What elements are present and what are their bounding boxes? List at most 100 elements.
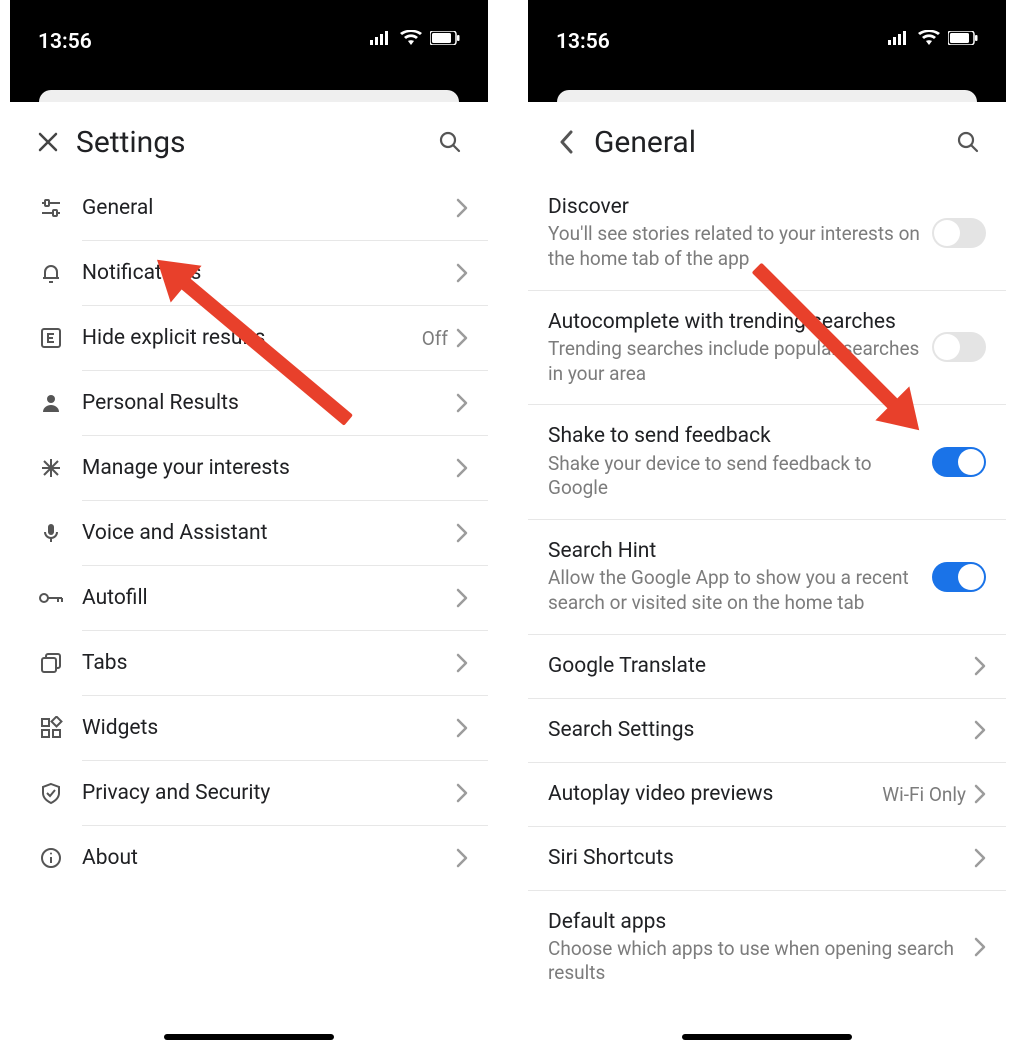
- general-screen: 13:56 General: [528, 0, 1006, 1050]
- row-search-hint[interactable]: Search Hint Allow the Google App to show…: [528, 520, 1006, 635]
- asterisk-icon: [39, 456, 63, 480]
- row-google-translate[interactable]: Google Translate: [528, 635, 1006, 699]
- row-autocomplete-trending[interactable]: Autocomplete with trending searches Tren…: [528, 291, 1006, 406]
- row-hide-explicit[interactable]: Hide explicit results Off: [10, 306, 488, 370]
- row-label: Widgets: [82, 715, 446, 741]
- home-indicator: [682, 1034, 852, 1040]
- row-shake-feedback[interactable]: Shake to send feedback Shake your device…: [528, 405, 1006, 520]
- row-voice-assistant[interactable]: Voice and Assistant: [10, 501, 488, 565]
- row-widgets[interactable]: Widgets: [10, 696, 488, 760]
- battery-icon: [430, 31, 460, 45]
- search-icon: [956, 130, 980, 154]
- chevron-right-icon: [456, 848, 468, 868]
- chevron-right-icon: [456, 393, 468, 413]
- row-label: Tabs: [82, 650, 446, 676]
- toggle-discover[interactable]: [932, 218, 986, 248]
- chevron-left-icon: [559, 130, 573, 154]
- search-icon: [438, 130, 462, 154]
- general-list: Discover You'll see stories related to y…: [528, 176, 1006, 1004]
- row-title: Autocomplete with trending searches: [548, 309, 922, 335]
- settings-list: General Notifications Hide explicit resu…: [10, 176, 488, 890]
- row-label: General: [82, 195, 446, 221]
- row-title: Default apps: [548, 909, 964, 935]
- row-autofill[interactable]: Autofill: [10, 566, 488, 630]
- row-search-settings[interactable]: Search Settings: [528, 699, 1006, 763]
- row-sub: Allow the Google App to show you a recen…: [548, 566, 922, 615]
- mic-icon: [39, 521, 63, 545]
- row-title: Siri Shortcuts: [548, 845, 964, 871]
- row-value: Wi-Fi Only: [882, 783, 966, 806]
- sliders-icon: [39, 196, 63, 220]
- settings-sheet: Settings General Notifications: [10, 102, 488, 890]
- row-notifications[interactable]: Notifications: [10, 241, 488, 305]
- row-personal-results[interactable]: Personal Results: [10, 371, 488, 435]
- general-header: General: [528, 108, 1006, 176]
- shield-icon: [39, 781, 63, 805]
- search-button[interactable]: [430, 122, 470, 162]
- person-icon: [39, 391, 63, 415]
- tabs-icon: [39, 651, 63, 675]
- chevron-right-icon: [974, 720, 986, 740]
- chevron-right-icon: [974, 848, 986, 868]
- toggle-shake-feedback[interactable]: [932, 447, 986, 477]
- chevron-right-icon: [974, 656, 986, 676]
- row-title: Shake to send feedback: [548, 423, 922, 449]
- toggle-search-hint[interactable]: [932, 562, 986, 592]
- signal-icon: [370, 31, 392, 45]
- signal-icon: [888, 31, 910, 45]
- widgets-icon: [39, 716, 63, 740]
- chevron-right-icon: [456, 653, 468, 673]
- row-label: Hide explicit results: [82, 325, 412, 351]
- key-icon: [38, 586, 64, 610]
- sheet-grab-area: [10, 90, 488, 102]
- chevron-right-icon: [974, 784, 986, 804]
- toggle-autocomplete-trending[interactable]: [932, 332, 986, 362]
- status-indicators: [888, 30, 978, 46]
- row-tabs[interactable]: Tabs: [10, 631, 488, 695]
- wifi-icon: [918, 30, 940, 46]
- row-title: Autoplay video previews: [548, 781, 872, 807]
- settings-header: Settings: [10, 108, 488, 176]
- row-label: Notifications: [82, 260, 446, 286]
- explicit-icon: [39, 326, 63, 350]
- row-sub: You'll see stories related to your inter…: [548, 222, 922, 271]
- close-icon: [37, 131, 59, 153]
- row-title: Search Hint: [548, 538, 922, 564]
- row-default-apps[interactable]: Default apps Choose which apps to use wh…: [528, 891, 1006, 1005]
- row-label: Voice and Assistant: [82, 520, 446, 546]
- row-discover[interactable]: Discover You'll see stories related to y…: [528, 176, 1006, 291]
- chevron-right-icon: [456, 263, 468, 283]
- row-general[interactable]: General: [10, 176, 488, 240]
- status-bar: 13:56: [528, 0, 1006, 90]
- chevron-right-icon: [456, 783, 468, 803]
- row-siri-shortcuts[interactable]: Siri Shortcuts: [528, 827, 1006, 891]
- general-sheet: General Discover You'll see stories rela…: [528, 102, 1006, 1004]
- bell-icon: [39, 261, 63, 285]
- chevron-right-icon: [456, 458, 468, 478]
- home-indicator: [164, 1034, 334, 1040]
- row-value: Off: [422, 327, 448, 350]
- row-about[interactable]: About: [10, 826, 488, 890]
- page-title: Settings: [76, 125, 186, 160]
- row-title: Search Settings: [548, 717, 964, 743]
- battery-icon: [948, 31, 978, 45]
- wifi-icon: [400, 30, 422, 46]
- back-button[interactable]: [546, 122, 586, 162]
- row-title: Google Translate: [548, 653, 964, 679]
- status-time: 13:56: [38, 30, 92, 54]
- chevron-right-icon: [456, 328, 468, 348]
- chevron-right-icon: [456, 718, 468, 738]
- chevron-right-icon: [456, 588, 468, 608]
- search-button[interactable]: [948, 122, 988, 162]
- row-sub: Trending searches include popular search…: [548, 337, 922, 386]
- settings-screen: 13:56 Settings G: [10, 0, 488, 1050]
- chevron-right-icon: [974, 937, 986, 957]
- chevron-right-icon: [456, 198, 468, 218]
- row-autoplay-previews[interactable]: Autoplay video previews Wi-Fi Only: [528, 763, 1006, 827]
- row-manage-interests[interactable]: Manage your interests: [10, 436, 488, 500]
- page-title: General: [594, 125, 696, 160]
- close-button[interactable]: [28, 122, 68, 162]
- status-bar: 13:56: [10, 0, 488, 90]
- row-privacy-security[interactable]: Privacy and Security: [10, 761, 488, 825]
- row-label: About: [82, 845, 446, 871]
